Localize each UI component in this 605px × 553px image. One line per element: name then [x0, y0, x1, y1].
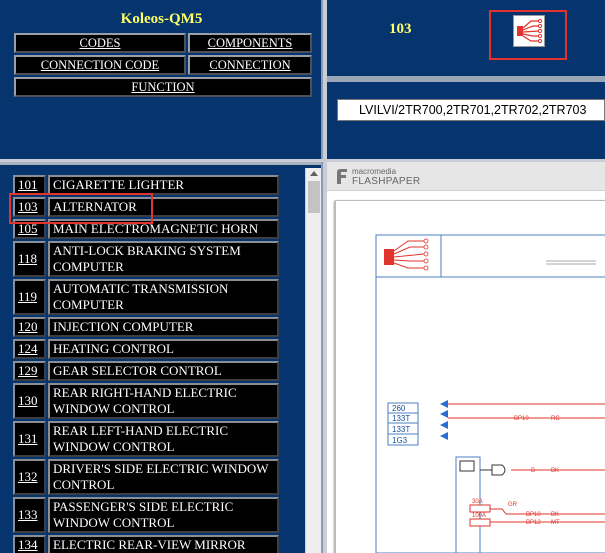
component-name: PASSENGER'S SIDE ELECTRIC WINDOW CONTROL [48, 497, 279, 533]
wire-label: BK [551, 468, 559, 474]
fuse-label: 100A [472, 513, 486, 519]
wire-label: BP10 [514, 416, 529, 422]
component-name: ELECTRIC REAR-VIEW MIRROR [48, 535, 279, 553]
component-code-link[interactable]: 101 [13, 175, 46, 195]
wiring-icon [513, 15, 545, 47]
component-name: HEATING CONTROL [48, 339, 279, 359]
component-name: GEAR SELECTOR CONTROL [48, 361, 279, 381]
component-code-link[interactable]: 134 [13, 535, 46, 553]
selection-panel: 103 LVILVI/2TR700,2TR701,2TR702,2TR703 [327, 0, 605, 159]
list-item: 124 HEATING CONTROL [13, 339, 279, 359]
component-code-link[interactable]: 118 [13, 241, 46, 277]
selected-code: 103 [389, 21, 412, 37]
diagram-page[interactable]: 260 133T 133T 1G3 BP10 RC B BK GR BP10 B… [335, 200, 605, 553]
component-code-link[interactable]: 131 [13, 421, 46, 457]
codes-button[interactable]: CODES [14, 33, 186, 53]
list-item: 132 DRIVER'S SIDE ELECTRIC WINDOW CONTROL [13, 459, 279, 495]
connector-label: 260 [392, 404, 406, 413]
list-item: 101 CIGARETTE LIGHTER [13, 175, 279, 195]
connector-label: 1G3 [392, 436, 408, 445]
function-button[interactable]: FUNCTION [14, 77, 312, 97]
component-name: INJECTION COMPUTER [48, 317, 279, 337]
divider [0, 162, 321, 165]
flashpaper-toolbar: macromedia FLASHPAPER [327, 162, 605, 191]
header-panel: Koleos-QM5 CODES COMPONENTS CONNECTION C… [0, 0, 323, 159]
component-name: REAR LEFT-HAND ELECTRIC WINDOW CONTROL [48, 421, 279, 457]
component-name: CIGARETTE LIGHTER [48, 175, 279, 195]
list-item: 131 REAR LEFT-HAND ELECTRIC WINDOW CONTRO… [13, 421, 279, 457]
component-name: ANTI-LOCK BRAKING SYSTEM COMPUTER [48, 241, 279, 277]
component-code-link[interactable]: 124 [13, 339, 46, 359]
connection-field[interactable]: LVILVI/2TR700,2TR701,2TR702,2TR703 [337, 99, 605, 121]
component-name: DRIVER'S SIDE ELECTRIC WINDOW CONTROL [48, 459, 279, 495]
scrollbar-thumb[interactable] [308, 181, 320, 213]
connection-button[interactable]: CONNECTION [188, 55, 312, 75]
list-item: 133 PASSENGER'S SIDE ELECTRIC WINDOW CONT… [13, 497, 279, 533]
component-name: REAR RIGHT-HAND ELECTRIC WINDOW CONTROL [48, 383, 279, 419]
scroll-up-icon[interactable] [310, 171, 318, 176]
list-item: 130 REAR RIGHT-HAND ELECTRIC WINDOW CONTR… [13, 383, 279, 419]
wire-label: BP10 [526, 512, 541, 518]
list-item: 118 ANTI-LOCK BRAKING SYSTEM COMPUTER [13, 241, 279, 277]
component-name: AUTOMATIC TRANSMISSION COMPUTER [48, 279, 279, 315]
component-code-link[interactable]: 119 [13, 279, 46, 315]
component-code-link[interactable]: 120 [13, 317, 46, 337]
component-code-link[interactable]: 129 [13, 361, 46, 381]
brand-small: macromedia [352, 167, 397, 176]
connection-code-button[interactable]: CONNECTION CODE [14, 55, 186, 75]
connector-label: 133T [392, 414, 410, 423]
selected-row-highlight [9, 193, 153, 224]
flashpaper-logo-icon [337, 169, 347, 184]
wire-label: GR [508, 502, 518, 508]
wiring-diagram-link[interactable] [489, 10, 567, 60]
component-list: 101 CIGARETTE LIGHTER 103 ALTERNATOR 105 MAIN… [13, 175, 279, 553]
scrollbar[interactable] [305, 168, 321, 553]
wire-label: BK [551, 512, 559, 518]
components-button[interactable]: COMPONENTS [188, 33, 312, 53]
brand-big: FLASHPAPER [352, 176, 421, 187]
wire-label: RC [551, 416, 560, 422]
vehicle-title: Koleos-QM5 [120, 11, 203, 27]
wire-label: MT [551, 520, 560, 526]
wiring-diagram: 260 133T 133T 1G3 BP10 RC B BK GR BP10 B… [375, 234, 605, 553]
component-code-link[interactable]: 132 [13, 459, 46, 495]
list-item: 134 ELECTRIC REAR-VIEW MIRROR [13, 535, 279, 553]
flashpaper-viewer: macromedia FLASHPAPER 260 133T 133T 1G3 … [327, 162, 605, 553]
connector-label: 133T [392, 425, 410, 434]
component-code-link[interactable]: 130 [13, 383, 46, 419]
list-item: 129 GEAR SELECTOR CONTROL [13, 361, 279, 381]
wire-label: BP12 [526, 520, 541, 526]
list-item: 119 AUTOMATIC TRANSMISSION COMPUTER [13, 279, 279, 315]
list-item: 120 INJECTION COMPUTER [13, 317, 279, 337]
wire-label: B [531, 468, 535, 474]
divider [327, 76, 605, 82]
fuse-label: 30A [472, 499, 483, 505]
component-code-link[interactable]: 133 [13, 497, 46, 533]
